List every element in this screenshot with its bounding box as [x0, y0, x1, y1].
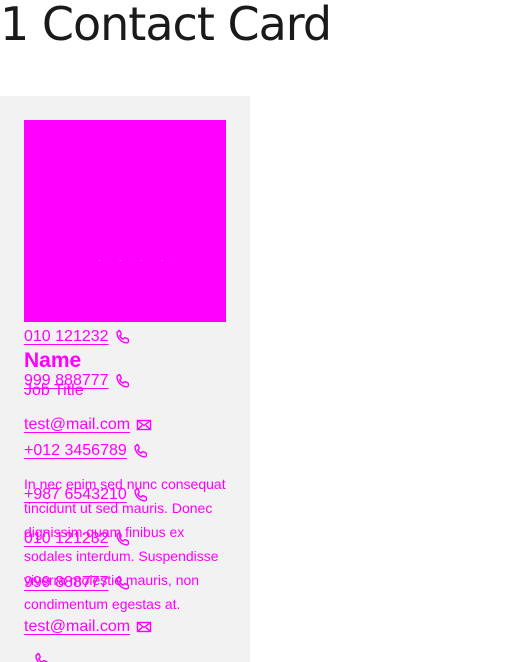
contact-link-row[interactable]: test@mail.com: [24, 618, 234, 636]
contact-name: Name: [24, 349, 82, 372]
phone-icon: [115, 373, 131, 389]
email-link[interactable]: test@mail.com: [24, 416, 152, 434]
phone-link-label: 999 888777: [24, 574, 109, 591]
phone-icon: [115, 575, 131, 591]
mail-icon: [136, 619, 152, 635]
phone-link[interactable]: 010 121232: [24, 530, 131, 548]
contact-link-row[interactable]: test@mail.com: [24, 416, 234, 434]
contact-card: · · · · 010 121232 Name 999 888777 Job T…: [0, 96, 250, 662]
contact-link-row[interactable]: 999 888777: [24, 574, 234, 592]
phone-link[interactable]: 999 888777: [24, 574, 131, 592]
contact-link-row[interactable]: 010 121232: [24, 328, 234, 346]
phone-link-label: 010 121232: [24, 530, 109, 547]
phone-icon: [133, 487, 149, 503]
phone-link[interactable]: 010 121232: [24, 328, 131, 346]
phone-link-label: +987 6543210: [24, 486, 127, 503]
phone-link[interactable]: +012 3456789: [24, 442, 149, 460]
phone-icon-partial: [24, 652, 234, 662]
email-link[interactable]: test@mail.com: [24, 618, 152, 636]
email-link-label: test@mail.com: [24, 618, 131, 635]
phone-icon: [34, 652, 50, 662]
email-link-label: test@mail.com: [24, 416, 131, 433]
phone-icon: [115, 329, 131, 345]
phone-link-label: 010 121232: [24, 328, 109, 345]
phone-icon: [115, 531, 131, 547]
mail-icon: [136, 417, 152, 433]
contact-link-row[interactable]: +987 6543210: [24, 486, 234, 504]
contact-link-row[interactable]: 010 121232: [24, 530, 234, 548]
page-title: 1 Contact Card: [0, 0, 332, 51]
avatar: · · · ·: [24, 120, 226, 322]
phone-link-label: +012 3456789: [24, 442, 127, 459]
phone-link[interactable]: +987 6543210: [24, 486, 149, 504]
job-title: Job Title: [24, 382, 84, 399]
phone-icon: [133, 443, 149, 459]
avatar-artifact: · · · ·: [98, 256, 172, 265]
contact-link-row[interactable]: +012 3456789: [24, 442, 234, 460]
